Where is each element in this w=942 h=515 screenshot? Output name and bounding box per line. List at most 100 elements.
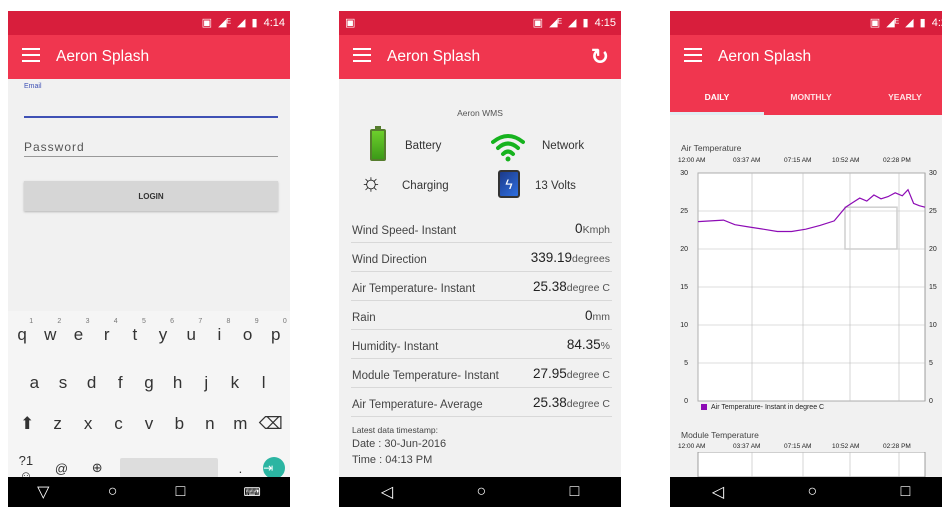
key-q[interactable]: q1 (9, 318, 35, 345)
keyboard-icon[interactable]: ⌨ (244, 485, 261, 499)
time-tick-label: 12:00 AM (678, 157, 706, 164)
password-field[interactable]: Password (24, 140, 85, 154)
voltage-label: 13 Volts (535, 180, 576, 192)
legend-label: Air Temperature- Instant in degree C (711, 404, 825, 411)
chart-title-air-temperature: Air Temperature (681, 143, 742, 153)
air-temperature-chart[interactable]: 30 30 25 25 20 20 15 15 10 10 5 5 0 0 (670, 165, 942, 415)
key-m[interactable]: m (227, 414, 253, 434)
time-tick-label: 03:37 AM (733, 443, 761, 450)
reading-unit: % (600, 340, 610, 352)
reading-unit: degree C (566, 282, 610, 294)
key-n[interactable]: n (197, 414, 223, 434)
clock: 4:15 (594, 16, 616, 29)
key-w[interactable]: w2 (37, 318, 63, 345)
tab-daily[interactable]: DAILY (670, 79, 764, 115)
shift-icon[interactable]: ⬆ (14, 414, 40, 434)
reading-label: Humidity- Instant (352, 341, 439, 353)
key-p[interactable]: p0 (263, 318, 289, 345)
key-z[interactable]: z (45, 414, 71, 434)
hamburger-menu-icon[interactable] (22, 48, 40, 64)
app-bar: Aeron Splash ↻ (339, 35, 621, 79)
home-icon[interactable]: ○ (807, 483, 817, 501)
key-h[interactable]: h (165, 373, 191, 393)
reading-value: 25.38degree C (533, 279, 610, 294)
tab-yearly[interactable]: YEARLY (858, 79, 942, 115)
y-tick-label-right: 25 (929, 208, 937, 215)
back-icon[interactable]: ▽ (37, 482, 49, 502)
reading-number: 27.95 (533, 366, 567, 381)
reading-value: 27.95degree C (533, 366, 610, 381)
battery-status-icon: ▮ (251, 17, 258, 29)
home-icon[interactable]: ○ (108, 483, 118, 501)
key-f[interactable]: f (107, 373, 133, 393)
reading-label: Wind Direction (352, 254, 427, 266)
key-v[interactable]: v (136, 414, 162, 434)
key-digit-hint: 9 (254, 318, 259, 325)
recents-icon[interactable]: □ (570, 483, 580, 501)
key-g[interactable]: g (136, 373, 162, 393)
reading-number: 339.19 (530, 250, 573, 265)
y-tick-label-left: 10 (680, 322, 688, 329)
chart-plot-area (697, 452, 926, 477)
reading-unit: mm (592, 311, 611, 323)
key-t[interactable]: t5 (122, 318, 148, 345)
backspace-icon[interactable]: ⌫ (258, 414, 284, 434)
y-tick-label-right: 10 (929, 322, 937, 329)
y-tick-label-left: 20 (680, 246, 688, 253)
time-tick-label: 02:28 PM (883, 443, 911, 450)
home-icon[interactable]: ○ (476, 483, 486, 501)
key-o[interactable]: o9 (235, 318, 261, 345)
key-b[interactable]: b (166, 414, 192, 434)
reading-row: Humidity- Instant 84.35% (351, 330, 612, 359)
period-key[interactable]: . (227, 461, 253, 476)
key-x[interactable]: x (75, 414, 101, 434)
globe-icon[interactable]: ⊕ (84, 460, 110, 476)
time-tick-label: 12:00 AM (678, 443, 706, 450)
email-field[interactable] (24, 116, 278, 118)
key-c[interactable]: c (106, 414, 132, 434)
key-u[interactable]: u7 (178, 318, 204, 345)
time-tick-label: 07:15 AM (784, 443, 812, 450)
back-icon[interactable]: ◁ (712, 482, 724, 502)
refresh-icon[interactable]: ↻ (591, 44, 609, 70)
key-j[interactable]: j (193, 373, 219, 393)
app-title: Aeron Splash (718, 48, 812, 65)
period-tabs: DAILY MONTHLY YEARLY (670, 79, 942, 115)
enter-key-icon[interactable]: ⇥ (263, 457, 286, 479)
at-key[interactable]: @ (48, 461, 74, 476)
time-tick-label: 10:52 AM (832, 443, 860, 450)
soft-keyboard: q1w2e3r4t5y6u7i8o9p0 asdfghjkl ⬆ z x c v b n m ⌫… (8, 311, 290, 483)
key-a[interactable]: a (21, 373, 47, 393)
key-digit-hint: 8 (226, 318, 231, 325)
key-digit-hint: 3 (85, 318, 90, 325)
y-tick-label-left: 15 (680, 284, 688, 291)
reading-row: Air Temperature- Instant 25.38degree C (351, 272, 612, 301)
login-button[interactable]: LOGIN (24, 181, 278, 211)
key-r[interactable]: r4 (94, 318, 120, 345)
network-label: Network (542, 140, 585, 152)
reading-row: Module Temperature- Instant 27.95degree C (351, 359, 612, 388)
key-k[interactable]: k (222, 373, 248, 393)
email-label: Email (24, 83, 42, 90)
space-key[interactable] (119, 458, 218, 478)
recents-icon[interactable]: □ (901, 483, 911, 501)
hamburger-menu-icon[interactable] (353, 48, 371, 64)
reading-value: 0mm (585, 308, 610, 323)
key-l[interactable]: l (251, 373, 277, 393)
key-i[interactable]: i8 (206, 318, 232, 345)
module-temperature-chart[interactable] (670, 452, 942, 477)
y-tick-label-right: 30 (929, 170, 937, 177)
app-title: Aeron Splash (387, 48, 481, 65)
reading-label: Module Temperature- Instant (352, 370, 499, 382)
key-e[interactable]: e3 (65, 318, 91, 345)
y-tick-label-right: 0 (929, 398, 933, 405)
back-icon[interactable]: ◁ (381, 482, 393, 502)
hamburger-menu-icon[interactable] (684, 48, 702, 64)
tab-monthly[interactable]: MONTHLY (764, 79, 858, 115)
time-tick-label: 10:52 AM (832, 157, 860, 164)
recents-icon[interactable]: □ (176, 483, 186, 501)
key-y[interactable]: y6 (150, 318, 176, 345)
key-d[interactable]: d (79, 373, 105, 393)
key-s[interactable]: s (50, 373, 76, 393)
battery-label: Battery (405, 140, 442, 152)
